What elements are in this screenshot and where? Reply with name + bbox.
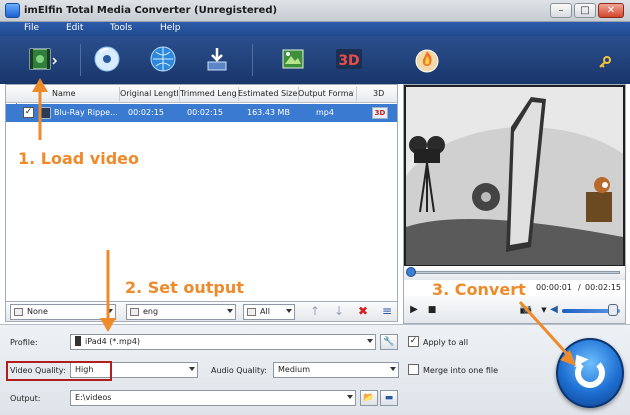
- video-quality-highlight: [6, 361, 112, 381]
- move-down-button[interactable]: ↓: [332, 305, 346, 319]
- audio-quality-label: Audio Quality:: [211, 366, 267, 375]
- seek-bar[interactable]: [404, 266, 625, 280]
- audio-icon: [130, 308, 139, 316]
- snapshot-camera-icon[interactable]: 📷: [518, 304, 534, 316]
- trim-icon[interactable]: [276, 42, 310, 76]
- play-icon[interactable]: ▶: [408, 304, 420, 316]
- cell-original-length: 00:02:15: [128, 108, 164, 117]
- playback-controls: ▶ ■ 📷 ▼ ◀: [404, 296, 625, 323]
- profile-settings-button[interactable]: 🔧: [380, 334, 398, 350]
- browse-folder-icon[interactable]: 📂: [360, 390, 378, 406]
- globe-icon[interactable]: [146, 42, 180, 76]
- table-row[interactable]: ✓ Blu-Ray Rippe... 00:02:15 00:02:15 163…: [6, 104, 397, 122]
- minimize-button[interactable]: –: [550, 3, 572, 18]
- profile-device-icon: [75, 336, 81, 346]
- chevron-down-icon: [189, 367, 195, 371]
- subtitle-value: None: [27, 307, 48, 316]
- convert-annotation: 3. Convert: [432, 280, 526, 299]
- column-original-length[interactable]: Original Length: [120, 89, 178, 98]
- output-path-value: E:\videos: [75, 393, 112, 402]
- list-control-bar: None eng All ↑ ↓ ✖ ≡: [5, 302, 398, 322]
- cell-name: Blu-Ray Rippe...: [54, 108, 118, 117]
- maximize-button[interactable]: □: [574, 3, 596, 18]
- open-folder-icon[interactable]: ▬: [380, 390, 398, 406]
- window-title: imElfin Total Media Converter (Unregiste…: [24, 5, 278, 16]
- volume-handle[interactable]: [608, 304, 618, 316]
- seek-handle[interactable]: [406, 267, 416, 277]
- load-video-annotation: 1. Load video: [18, 149, 139, 168]
- set-output-annotation: 2. Set output: [125, 278, 244, 297]
- output-folder-field[interactable]: E:\videos: [70, 390, 356, 406]
- stop-icon[interactable]: ■: [426, 304, 438, 316]
- audio-track-dropdown[interactable]: eng: [126, 304, 236, 320]
- menu-tools[interactable]: Tools: [110, 23, 132, 33]
- column-estimated-size[interactable]: Estimated Size: [238, 89, 298, 98]
- toolbar-separator: [80, 44, 81, 76]
- convert-button[interactable]: [556, 338, 624, 408]
- audio-track-value: eng: [143, 307, 159, 316]
- profile-value: iPad4 (*.mp4): [85, 337, 141, 346]
- chevron-down-icon: [367, 339, 373, 343]
- menu-bar: File Edit Tools Help: [0, 22, 630, 36]
- download-icon[interactable]: [200, 42, 234, 76]
- profile-dropdown[interactable]: iPad4 (*.mp4): [70, 334, 376, 350]
- list-button[interactable]: ≡: [380, 305, 394, 319]
- merge-label: Merge into one file: [423, 366, 498, 375]
- chevron-down-icon: [286, 309, 292, 313]
- move-up-button[interactable]: ↑: [308, 305, 322, 319]
- apply-to-all-checkbox[interactable]: ✓: [408, 336, 419, 347]
- chevron-down-icon: [227, 309, 233, 313]
- column-output-format[interactable]: Output Format: [298, 89, 354, 98]
- app-logo-icon: [5, 3, 20, 18]
- 3d-icon[interactable]: 3D: [332, 42, 366, 76]
- cell-estimated-size: 163.43 MB: [247, 108, 290, 117]
- toolbar-separator: [252, 44, 253, 76]
- merge-checkbox[interactable]: [408, 364, 419, 375]
- delete-button[interactable]: ✖: [356, 305, 370, 319]
- effect-value: All: [260, 307, 270, 316]
- table-header: Name Original Length Trimmed Length Esti…: [6, 85, 397, 103]
- 3d-badge-icon[interactable]: 3D: [372, 107, 388, 119]
- menu-file[interactable]: File: [24, 23, 39, 33]
- burn-icon[interactable]: [410, 42, 444, 76]
- chevron-down-icon: [390, 367, 396, 371]
- profile-label: Profile:: [10, 338, 38, 347]
- file-list-panel: Name Original Length Trimmed Length Esti…: [5, 84, 398, 302]
- title-bar: imElfin Total Media Converter (Unregiste…: [0, 0, 630, 22]
- column-divider: [356, 87, 357, 101]
- column-3d[interactable]: 3D: [373, 89, 391, 98]
- chevron-down-icon: [347, 395, 353, 399]
- menu-edit[interactable]: Edit: [66, 23, 83, 33]
- dvd-icon[interactable]: [90, 42, 124, 76]
- cell-output-format: mp4: [316, 108, 334, 117]
- audio-quality-value: Medium: [278, 365, 310, 374]
- time-separator: /: [578, 283, 581, 292]
- seek-track[interactable]: [408, 271, 620, 274]
- 3d-label: 3D: [338, 53, 359, 69]
- chevron-down-icon: [107, 309, 113, 313]
- row-checkbox[interactable]: ✓: [23, 107, 34, 118]
- effect-dropdown[interactable]: All: [243, 304, 295, 320]
- key-icon[interactable]: [598, 55, 612, 69]
- add-video-icon[interactable]: [25, 42, 59, 76]
- preview-image: [396, 87, 630, 287]
- column-trimmed-length[interactable]: Trimmed Length: [180, 89, 237, 98]
- audio-quality-dropdown[interactable]: Medium: [273, 362, 399, 378]
- effect-icon: [247, 308, 256, 316]
- video-file-icon: [39, 107, 51, 119]
- output-label: Output:: [10, 394, 41, 403]
- column-name[interactable]: Name: [52, 89, 114, 98]
- subtitle-dropdown[interactable]: None: [10, 304, 116, 320]
- subtitle-icon: [14, 308, 23, 316]
- menu-help[interactable]: Help: [160, 23, 181, 33]
- close-button[interactable]: ✕: [598, 3, 624, 18]
- current-time: 00:00:01: [536, 283, 572, 292]
- toolbar: 3D: [0, 36, 630, 84]
- volume-icon[interactable]: ◀: [548, 304, 560, 316]
- total-time: 00:02:15: [585, 283, 621, 292]
- apply-to-all-label: Apply to all: [423, 338, 469, 347]
- cell-trimmed-length: 00:02:15: [187, 108, 223, 117]
